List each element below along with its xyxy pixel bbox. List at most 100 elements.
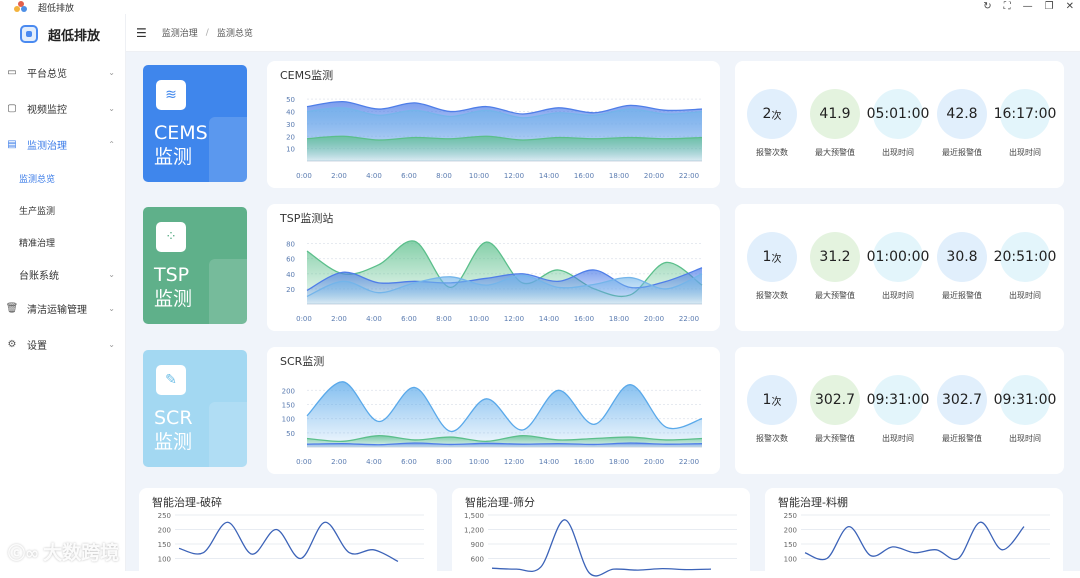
x-tick-label: 12:00	[504, 172, 524, 180]
stat-alarm-count: 2次 报警次数	[747, 89, 797, 158]
sidebar-subitem-production-monitoring[interactable]: 生产监测	[0, 194, 125, 226]
series-line	[491, 519, 712, 577]
breadcrumb-separator: /	[205, 27, 209, 38]
cems-area-chart: 10 20 30 40 50 0:00 2:00 4:00 6:00 8:00 10:00 12:00…	[286, 96, 703, 180]
x-tick-label: 20:00	[644, 172, 664, 180]
fullscreen-icon[interactable]: ⛶	[1004, 0, 1011, 13]
y-tick-label: 100	[784, 556, 797, 564]
cems-hero-card[interactable]: ≋ CEMS 监测	[143, 65, 247, 182]
calendar-icon: ▤	[7, 138, 17, 150]
y-tick-label: 200	[158, 527, 171, 535]
stat-label: 最大预警值	[815, 148, 855, 157]
y-tick-label: 250	[784, 512, 797, 520]
brand: 超低排放	[0, 14, 125, 54]
stat-value: 09:31:00	[994, 375, 1056, 425]
close-icon[interactable]: ✕	[1066, 0, 1074, 13]
sidebar-item-settings[interactable]: ⚙ 设置 ⌄	[0, 326, 125, 362]
watermark: ⓒ∞ 大数跨境	[8, 538, 119, 565]
y-tick-label: 10	[286, 146, 295, 154]
y-tick-label: 600	[471, 556, 484, 564]
stat-unit: 次	[771, 253, 782, 265]
sidebar-item-label: 平台总览	[27, 68, 67, 80]
brand-name: 超低排放	[48, 28, 101, 44]
stat-label: 最大预警值	[815, 434, 855, 443]
y-tick-label: 100	[158, 556, 171, 564]
sidebar-item-label: 设置	[27, 340, 47, 352]
x-tick-label: 2:00	[331, 458, 347, 466]
stat-max-warning: 31.2 最大预警值	[810, 232, 860, 301]
hero-title: SCR	[154, 407, 193, 429]
x-tick-label: 2:00	[331, 172, 347, 180]
heat-waves-icon: ≋	[156, 80, 186, 110]
ghost-decoration	[209, 259, 247, 324]
y-tick-label: 200	[784, 527, 797, 535]
x-tick-label: 10:00	[469, 315, 489, 323]
series-area	[307, 136, 702, 161]
y-tick-label: 80	[286, 241, 295, 249]
x-tick-label: 22:00	[679, 172, 699, 180]
monitor-icon: ▭	[7, 66, 17, 78]
sidebar-item-platform-overview[interactable]: ▭ 平台总览 ⌄	[0, 54, 125, 90]
x-tick-label: 6:00	[401, 458, 417, 466]
brand-logo-icon	[20, 25, 38, 43]
x-tick-label: 0:00	[296, 458, 312, 466]
chevron-down-icon: ⌄	[108, 303, 115, 313]
y-tick-label: 30	[286, 121, 295, 129]
menu-fold-icon[interactable]: ☰	[136, 26, 147, 40]
stat-value: 1	[762, 249, 772, 265]
stat-max-warning: 41.9 最大预警值	[810, 89, 860, 158]
scr-stats-card: 1次 报警次数 302.7 最大预警值 09:31:00 出现时间 302.7 …	[735, 347, 1064, 474]
tv-icon: ▢	[7, 102, 17, 114]
screening-line-chart: 600 900 1,200 1,500	[464, 512, 737, 577]
y-tick-label: 900	[471, 541, 484, 549]
hero-title: CEMS	[154, 122, 208, 144]
tsp-hero-card[interactable]: ⁘ TSP 监测	[143, 207, 247, 324]
minimize-icon[interactable]: —	[1023, 0, 1033, 13]
stat-label: 最大预警值	[815, 291, 855, 300]
sidebar-item-clean-transport[interactable]: 🗑 清洁运输管理 ⌄	[0, 290, 125, 326]
x-tick-label: 22:00	[679, 315, 699, 323]
stat-label: 报警次数	[756, 434, 788, 443]
y-tick-label: 100	[282, 416, 295, 424]
breadcrumb-item[interactable]: 监测治理	[162, 26, 198, 39]
restore-icon[interactable]: ❐	[1045, 0, 1054, 13]
stat-label: 出现时间	[1009, 434, 1041, 443]
sidebar-subgroup-ledger[interactable]: 台账系统 ⌄	[0, 258, 125, 290]
sidebar-subitem-precise-governance[interactable]: 精准治理	[0, 226, 125, 258]
sidebar-item-video-monitoring[interactable]: ▢ 视频监控 ⌄	[0, 90, 125, 126]
series-line	[804, 521, 1025, 561]
x-tick-label: 16:00	[574, 458, 594, 466]
window-title: 超低排放	[38, 3, 75, 14]
hero-title: TSP	[154, 264, 190, 286]
watermark-text: 大数跨境	[43, 542, 120, 564]
y-tick-label: 40	[286, 109, 295, 117]
stat-occur-time: 01:00:00 出现时间	[867, 232, 929, 301]
sidebar-subitem-monitoring-overview[interactable]: 监测总览	[0, 162, 125, 194]
x-tick-label: 6:00	[401, 172, 417, 180]
y-tick-label: 20	[286, 286, 295, 294]
main-content: ≋ CEMS 监测 CEMS监测 10 20 30 40 50 0:00 2:00 4:00 6…	[126, 52, 1080, 578]
stat-occur-time: 20:51:00 出现时间	[994, 232, 1056, 301]
stat-label: 报警次数	[756, 148, 788, 157]
stat-label: 出现时间	[1009, 291, 1041, 300]
stat-recent-alarm: 42.8 最近报警值	[937, 89, 987, 158]
stat-value: 20:51:00	[994, 232, 1056, 282]
y-tick-label: 50	[286, 430, 295, 438]
stat-value: 302.7	[937, 375, 987, 425]
stat-label: 最近报警值	[942, 434, 982, 443]
stat-value: 1	[762, 392, 772, 408]
title-bar: 超低排放 ↻ ⛶ — ❐ ✕	[0, 0, 1080, 14]
x-tick-label: 16:00	[574, 172, 594, 180]
refresh-icon[interactable]: ↻	[983, 0, 991, 13]
stat-occur-time: 16:17:00 出现时间	[994, 89, 1056, 158]
stat-unit: 次	[771, 396, 782, 408]
stat-value: 09:31:00	[867, 375, 929, 425]
y-tick-label: 150	[158, 541, 171, 549]
sidebar-item-monitoring-governance[interactable]: ▤ 监测治理 ⌃	[0, 126, 125, 162]
gear-icon: ⚙	[7, 338, 17, 350]
stat-value: 2	[762, 106, 772, 122]
tsp-chart-card: TSP监测站 20 40 60 80 0:00 2:00 4:00 6:00 8:00 10:00…	[267, 204, 720, 331]
scr-hero-card[interactable]: ✎ SCR 监测	[143, 350, 247, 467]
stat-value: 302.7	[810, 375, 860, 425]
y-tick-label: 20	[286, 133, 295, 141]
